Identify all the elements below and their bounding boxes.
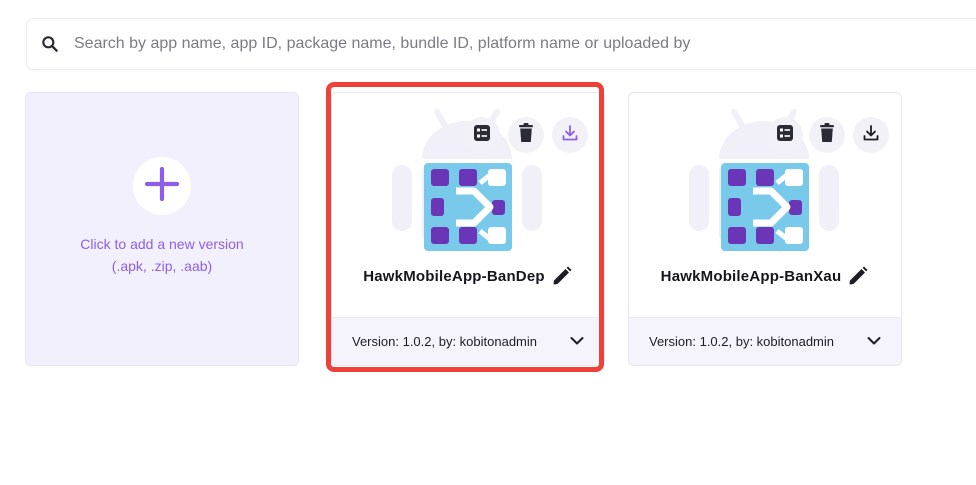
delete-button[interactable] xyxy=(809,117,845,153)
download-icon xyxy=(862,124,880,147)
search-bar[interactable] xyxy=(26,18,976,70)
version-text: Version: 1.0.2, by: kobitonadmin xyxy=(352,334,538,349)
add-version-card[interactable]: Click to add a new version (.apk, .zip, … xyxy=(25,92,299,366)
search-icon xyxy=(40,34,60,54)
search-input[interactable] xyxy=(72,34,976,54)
details-button[interactable] xyxy=(464,117,500,153)
app-card[interactable]: HawkMobileApp-BanDep Version: 1.0.2, by:… xyxy=(331,92,605,366)
add-version-label: Click to add a new version xyxy=(80,236,244,252)
app-name-text: HawkMobileApp-BanXau xyxy=(660,267,842,285)
file-types-label: (.apk, .zip, .aab) xyxy=(111,258,213,274)
app-name: HawkMobileApp-BanDep xyxy=(332,265,604,287)
app-name: HawkMobileApp-BanXau xyxy=(629,265,901,287)
trash-icon xyxy=(517,122,535,148)
pencil-icon[interactable] xyxy=(551,265,573,287)
chevron-down-icon xyxy=(867,334,881,349)
download-button[interactable] xyxy=(552,117,588,153)
details-button[interactable] xyxy=(767,117,803,153)
download-icon xyxy=(561,124,579,147)
trash-icon xyxy=(818,122,836,148)
app-card[interactable]: HawkMobileApp-BanXau Version: 1.0.2, by:… xyxy=(628,92,902,366)
plus-icon xyxy=(144,166,180,207)
version-text: Version: 1.0.2, by: kobitonadmin xyxy=(649,334,835,349)
download-button[interactable] xyxy=(853,117,889,153)
add-button[interactable] xyxy=(133,157,191,215)
details-icon xyxy=(776,124,794,147)
app-icon xyxy=(424,163,512,251)
details-icon xyxy=(473,124,491,147)
app-icon xyxy=(721,163,809,251)
delete-button[interactable] xyxy=(508,117,544,153)
version-dropdown[interactable]: Version: 1.0.2, by: kobitonadmin xyxy=(332,317,604,365)
pencil-icon[interactable] xyxy=(847,265,869,287)
app-name-text: HawkMobileApp-BanDep xyxy=(363,267,545,285)
chevron-down-icon xyxy=(570,334,584,349)
version-dropdown[interactable]: Version: 1.0.2, by: kobitonadmin xyxy=(629,317,901,365)
